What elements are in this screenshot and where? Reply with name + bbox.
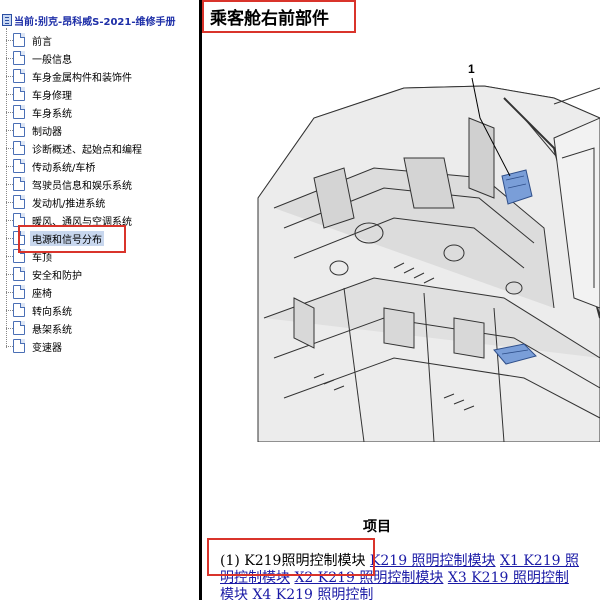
tree-item-label: 车身金属构件和装饰件 [32,72,132,84]
tree-item-label: 安全和防护 [32,270,82,282]
tree-item[interactable]: 制动器 [0,122,64,138]
part-link-x4[interactable]: X4 K219 照明控制 [252,587,373,600]
tree-item[interactable]: 车身系统 [0,104,74,120]
document-icon [13,213,25,227]
tree-branch-line [6,39,13,41]
content-pane: 乘客舱右前部件 1 项目 (1) K219照明控制模块 K219 照明控制模块 … [202,0,600,600]
tree-item-label: 转向系统 [32,306,72,318]
document-icon [13,249,25,263]
document-icon [13,123,25,137]
vehicle-component-illustration [257,77,600,442]
tree-item[interactable]: 发动机/推进系统 [0,194,107,210]
document-icon [13,159,25,173]
figure-callout-number: 1 [468,62,475,76]
document-icon [13,303,25,317]
tree-branch-line [6,93,13,95]
document-icon [13,87,25,101]
document-icon [13,267,25,281]
tree-branch-line [6,147,13,149]
tree-item[interactable]: 前言 [0,32,54,48]
tree-branch-line [6,327,13,329]
tree-root-label: 当前:别克-昂科威S-2021-维修手册 [14,16,176,28]
tree-item[interactable]: 转向系统 [0,302,74,318]
tree-root[interactable]: 当前:别克-昂科威S-2021-维修手册 [2,12,175,28]
tree-item-label: 车身系统 [32,108,72,120]
tree-branch-line [6,75,13,77]
tree-item[interactable]: 驾驶员信息和娱乐系统 [0,176,134,192]
tree-item-label: 车顶 [32,252,52,264]
tree-item-label: 传动系统/车桥 [32,162,96,174]
page-title: 乘客舱右前部件 [210,9,329,29]
document-icon [13,105,25,119]
tree-item-label: 一般信息 [32,54,72,66]
part-link-module[interactable]: K219 照明控制模块 [370,553,496,569]
tree-item-label: 驾驶员信息和娱乐系统 [32,180,132,192]
tree-item[interactable]: 车身金属构件和装饰件 [0,68,134,84]
tree-branch-line [6,273,13,275]
tree-branch-line [6,255,13,257]
tree-branch-line [6,57,13,59]
tree-branch-line [6,111,13,113]
tree-item[interactable]: 暖风、通风与空调系统 [0,212,134,228]
tree-item-label: 发动机/推进系统 [32,198,106,210]
document-icon [13,51,25,65]
tree-branch-line [6,129,13,131]
tree-item-label: 制动器 [32,126,62,138]
tree-branch-line [6,237,13,239]
tree-item-label: 暖风、通风与空调系统 [32,216,132,228]
book-icon [2,14,12,26]
tree-item-label: 悬架系统 [32,324,72,336]
document-icon [13,195,25,209]
tree-item-label: 电源和信号分布 [30,230,104,246]
tree-branch-line [6,219,13,221]
tree-branch-line [6,183,13,185]
parts-description: (1) K219照明控制模块 K219 照明控制模块 X1 K219 照明控制模… [220,553,580,600]
document-icon [13,231,25,245]
tree-branch-line [6,165,13,167]
tree-item-label: 座椅 [32,288,52,300]
tree-item-label: 变速器 [32,342,62,354]
document-icon [13,177,25,191]
tree-item-label: 前言 [32,36,52,48]
items-heading: 项目 [363,519,391,535]
tree-item[interactable]: 悬架系统 [0,320,74,336]
document-icon [13,321,25,335]
navigation-tree: 当前:别克-昂科威S-2021-维修手册 前言一般信息车身金属构件和装饰件 车身修… [0,0,200,600]
tree-item[interactable]: 车身修理 [0,86,74,102]
tree-item[interactable]: 一般信息 [0,50,74,66]
tree-item-label: 车身修理 [32,90,72,102]
tree-item[interactable]: 变速器 [0,338,64,354]
document-icon [13,141,25,155]
tree-item[interactable]: 车顶 [0,248,54,264]
tree-item[interactable]: 座椅 [0,284,54,300]
tree-item[interactable]: 传动系统/车桥 [0,158,97,174]
tree-branch-line [6,309,13,311]
part-link-x2[interactable]: X2 K219 照明控制模块 [294,570,443,586]
tree-branch-line [6,345,13,347]
document-icon [13,339,25,353]
tree-item[interactable]: 诊断概述、起始点和编程 [0,140,144,156]
document-icon [13,69,25,83]
tree-item[interactable]: 安全和防护 [0,266,84,282]
document-icon [13,285,25,299]
tree-item[interactable]: 电源和信号分布 [0,230,104,246]
document-icon [13,33,25,47]
tree-item-label: 诊断概述、起始点和编程 [32,144,142,156]
part-prefix: (1) K219照明控制模块 [220,553,366,569]
tree-branch-line [6,291,13,293]
tree-branch-line [6,201,13,203]
